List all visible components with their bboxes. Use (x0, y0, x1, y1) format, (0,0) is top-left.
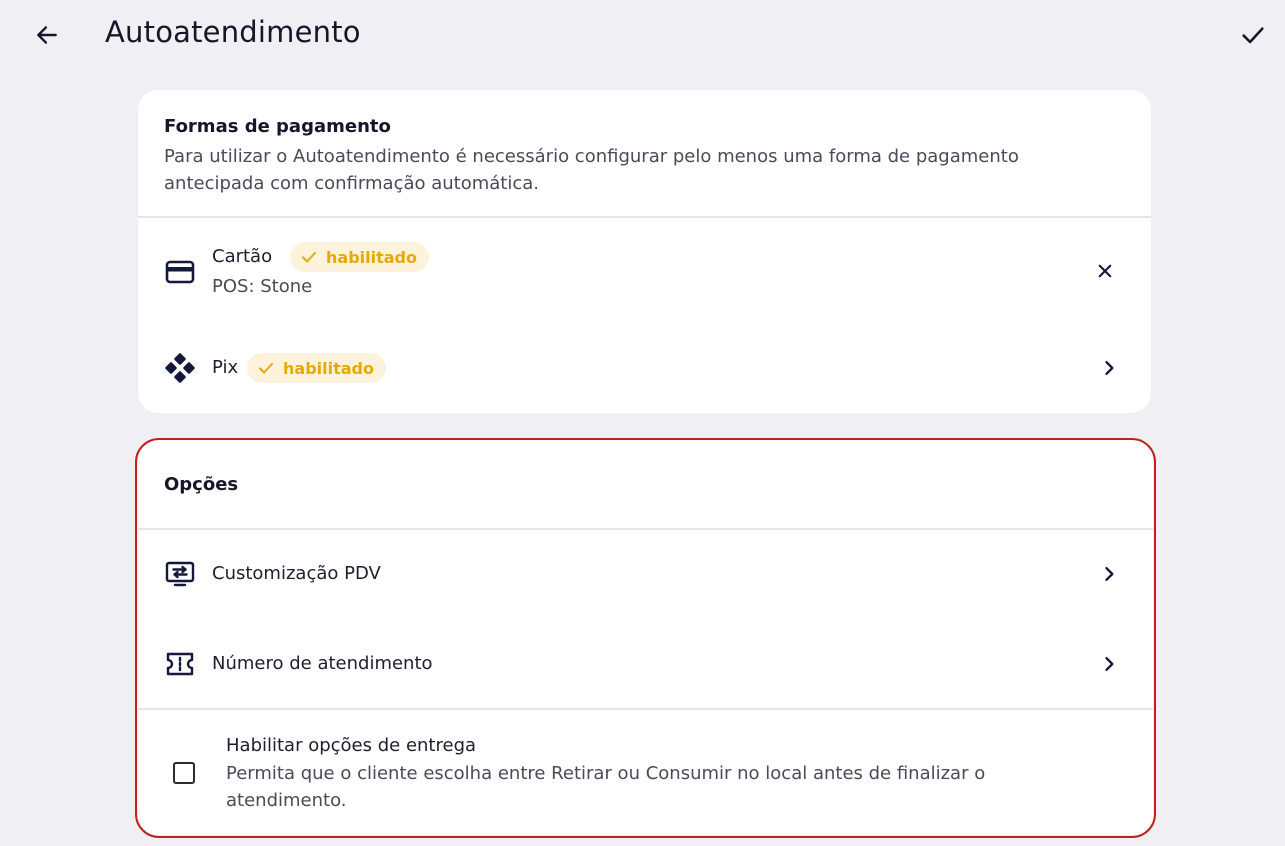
credit-card-icon (164, 256, 196, 288)
section-title: Formas de pagamento (164, 116, 391, 137)
status-badge: habilitado (290, 242, 429, 272)
check-icon (259, 362, 273, 374)
remove-button[interactable] (1090, 256, 1120, 286)
confirm-button[interactable] (1236, 20, 1270, 50)
payment-method-label: Pix (212, 357, 239, 378)
payment-method-subtitle: POS: Stone (212, 276, 313, 297)
open-option-button[interactable] (1094, 559, 1124, 589)
open-option-button[interactable] (1094, 649, 1124, 679)
options-card: Opções Customização PDV Número de atendi… (138, 440, 1153, 835)
status-badge-label: habilitado (283, 358, 374, 378)
options-header: Opções (164, 474, 238, 495)
monitor-transfer-icon (164, 558, 196, 590)
chevron-right-icon (1105, 567, 1114, 581)
delivery-options-label: Habilitar opções de entrega (226, 735, 477, 756)
back-button[interactable] (30, 20, 64, 50)
payment-method-label: Cartão (212, 246, 273, 267)
page-title: Autoatendimento (105, 15, 361, 49)
option-numero-atendimento[interactable]: Número de atendimento (138, 620, 1153, 708)
app-header: Autoatendimento (0, 0, 1285, 70)
option-label: Customização PDV (212, 563, 381, 584)
chevron-right-icon (1105, 657, 1114, 671)
status-badge: habilitado (247, 353, 386, 383)
check-icon (302, 251, 316, 263)
payment-method-card[interactable]: Cartão habilitado POS: Stone (138, 218, 1151, 326)
close-icon (1098, 264, 1112, 278)
arrow-left-icon (37, 26, 57, 44)
ticket-icon (164, 648, 196, 680)
delivery-options-checkbox[interactable] (173, 762, 195, 784)
check-icon (1242, 27, 1264, 44)
chevron-right-icon (1105, 361, 1114, 375)
payment-methods-header: Formas de pagamento Para utilizar o Auto… (164, 116, 1104, 197)
pix-icon (164, 352, 196, 384)
payment-methods-card: Formas de pagamento Para utilizar o Auto… (138, 90, 1151, 413)
option-customizacao-pdv[interactable]: Customização PDV (138, 530, 1153, 620)
delivery-options-description: Permita que o cliente escolha entre Reti… (226, 763, 986, 811)
status-badge-label: habilitado (326, 247, 417, 267)
section-description: Para utilizar o Autoatendimento é necess… (164, 146, 1019, 194)
payment-method-pix[interactable]: Pix habilitado (138, 326, 1151, 410)
divider (138, 708, 1153, 710)
option-label: Número de atendimento (212, 653, 433, 674)
open-pix-button[interactable] (1094, 353, 1124, 383)
section-title: Opções (164, 474, 239, 495)
